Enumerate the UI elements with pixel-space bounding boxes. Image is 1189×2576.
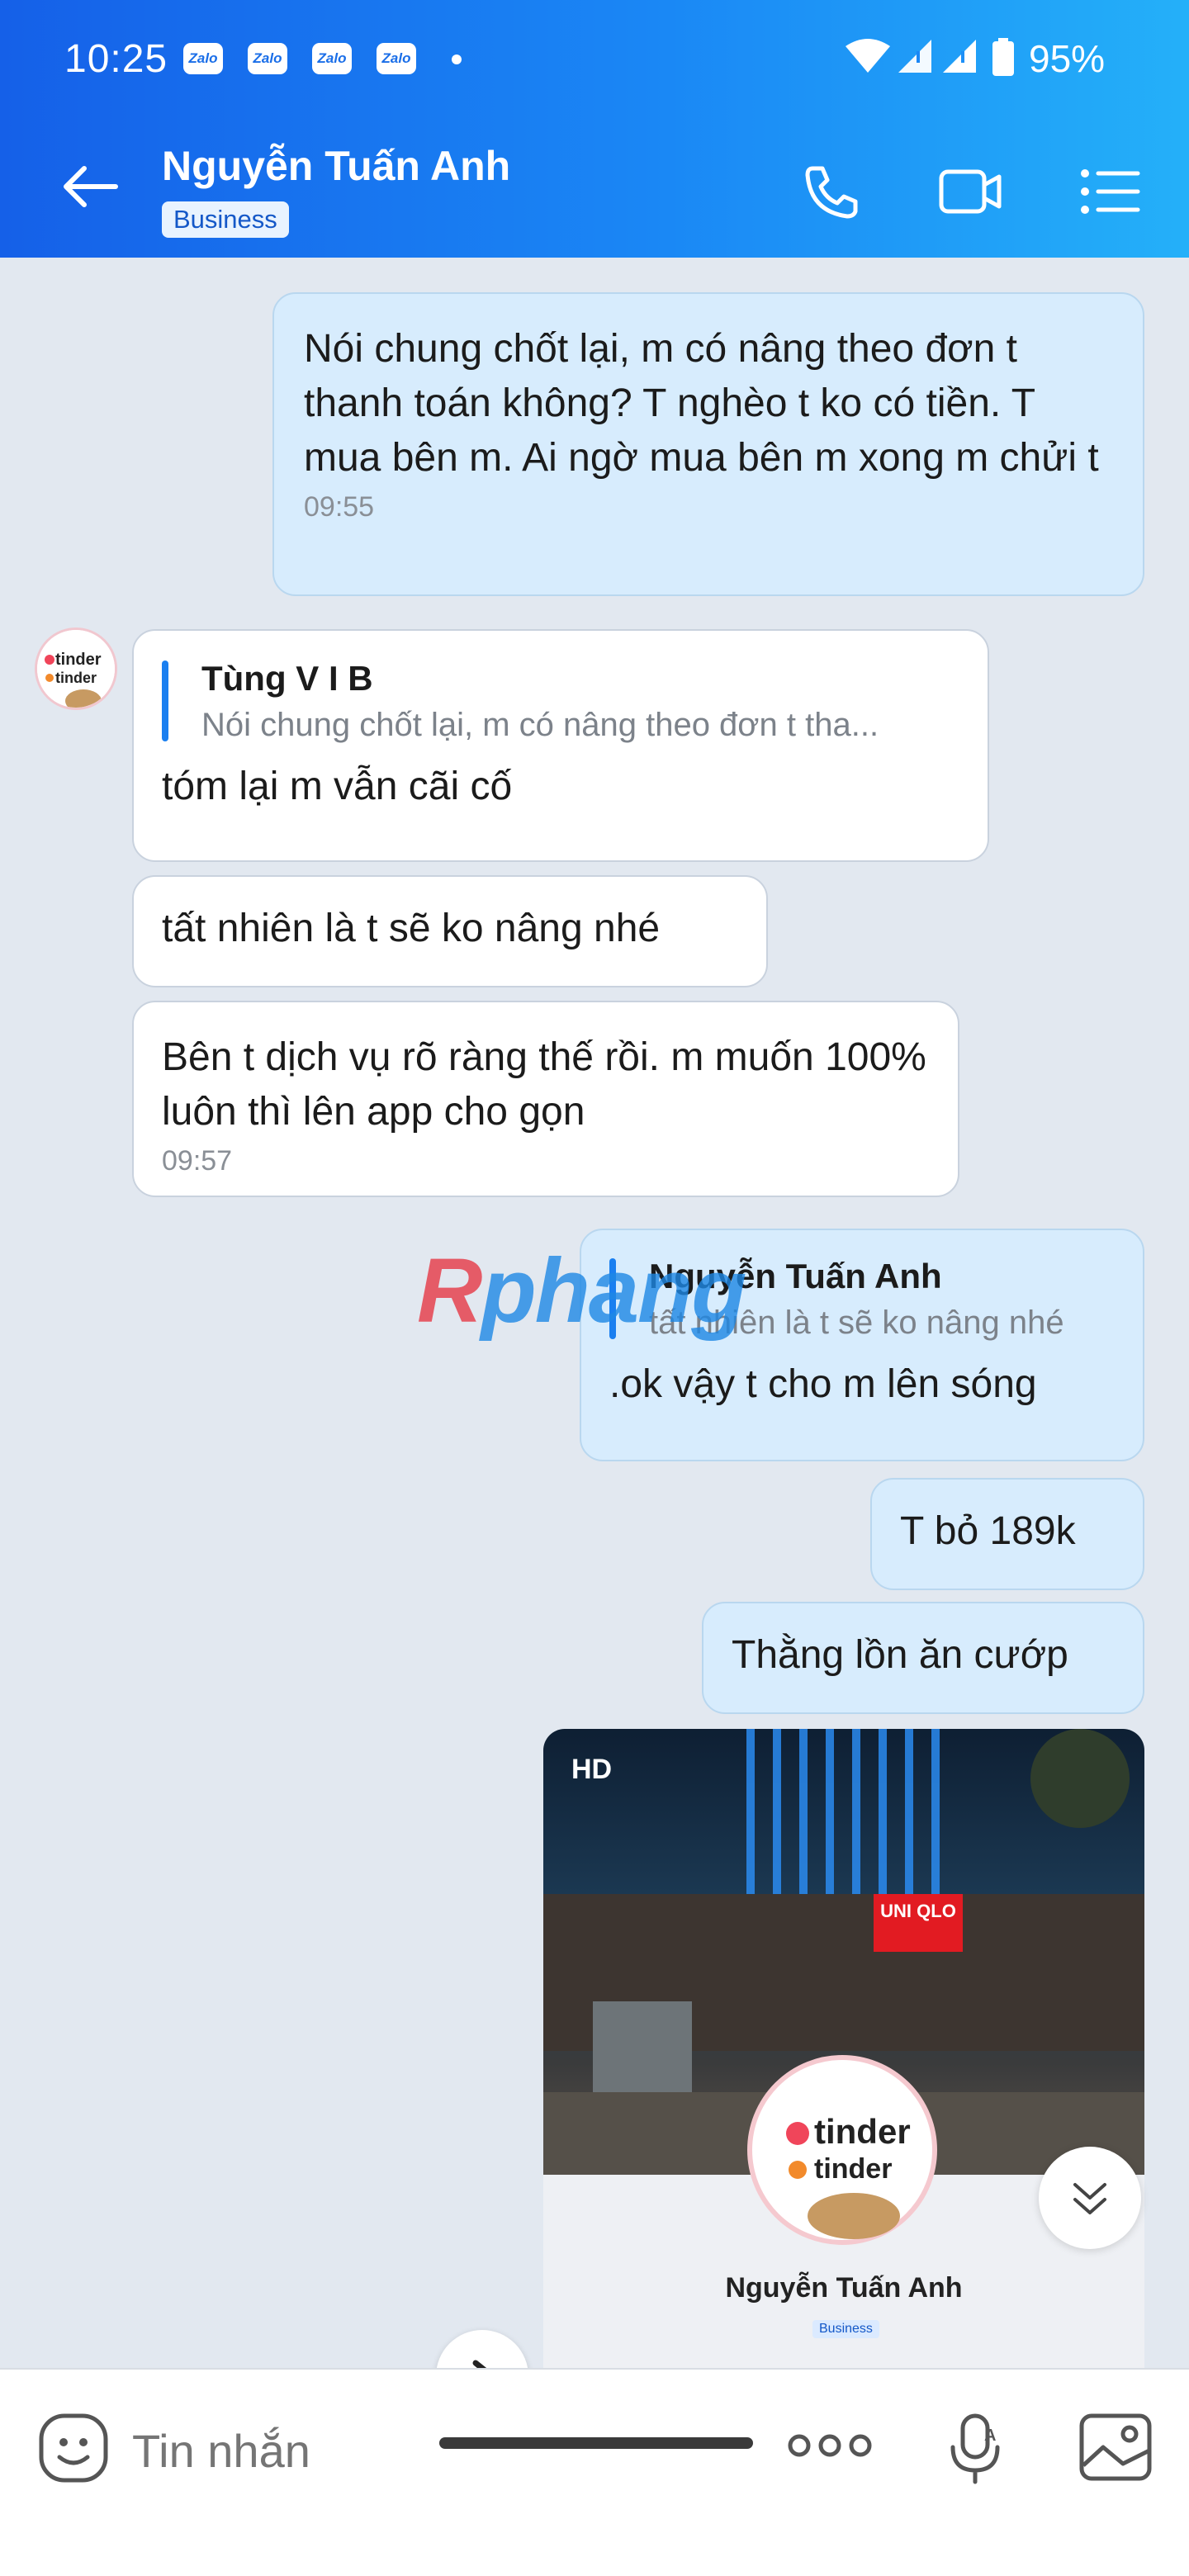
- svg-text:A: A: [984, 2427, 996, 2445]
- voice-text-icon[interactable]: A: [946, 2411, 1004, 2485]
- more-icon[interactable]: [784, 2421, 875, 2470]
- svg-text:tinder: tinder: [55, 651, 102, 669]
- message-bubble-received[interactable]: tất nhiên là t sẽ ko nâng nhé: [132, 875, 768, 987]
- profile-name: Nguyễn Tuấn Anh: [725, 2272, 963, 2304]
- signal-icon: [898, 40, 931, 73]
- svg-text:UNI QLO: UNI QLO: [880, 1901, 956, 1921]
- watermark-logo: Rphang: [417, 1240, 746, 1342]
- status-time: 10:25: [64, 37, 168, 81]
- signal-icon: [943, 40, 976, 73]
- message-time: 09:55: [304, 491, 375, 523]
- battery-percent: 95%: [1029, 37, 1106, 80]
- message-bubble-sent[interactable]: Nói chung chốt lại, m có nâng theo đơn t…: [272, 292, 1144, 596]
- zalo-notification-icon: Zalo: [377, 43, 416, 74]
- status-bar: 10:25 Zalo Zalo Zalo Zalo 95%: [0, 0, 1189, 116]
- message-input-bar: A: [0, 2368, 1189, 2576]
- video-call-icon[interactable]: [938, 162, 1004, 221]
- contact-name[interactable]: Nguyễn Tuấn Anh: [162, 142, 510, 190]
- zalo-notification-icon: Zalo: [248, 43, 287, 74]
- home-indicator[interactable]: [439, 2437, 753, 2449]
- message-text: .ok vậy t cho m lên sóng: [609, 1362, 1037, 1406]
- message-text: T bỏ 189k: [900, 1509, 1076, 1553]
- message-text: tất nhiên là t sẽ ko nâng nhé: [162, 907, 661, 950]
- profile-badge: Business: [812, 2320, 879, 2338]
- message-bubble-received[interactable]: Bên t dịch vụ rõ ràng thế rồi. m muốn 10…: [132, 1001, 959, 1197]
- svg-text:tinder: tinder: [55, 670, 97, 686]
- message-text: Thằng lồn ăn cướp: [732, 1633, 1068, 1677]
- message-bubble-received[interactable]: Tùng V I B Nói chung chốt lại, m có nâng…: [132, 629, 989, 862]
- battery-icon: [992, 38, 1014, 76]
- hd-label: HD: [571, 1754, 613, 1785]
- contact-avatar[interactable]: tinder tinder: [35, 627, 117, 710]
- chat-header: 10:25 Zalo Zalo Zalo Zalo 95% Nguyễn Tuấ…: [0, 0, 1189, 258]
- quote-author: Tùng V I B: [201, 659, 373, 698]
- message-text: Bên t dịch vụ rõ ràng thế rồi. m muốn 10…: [162, 1035, 926, 1134]
- message-input[interactable]: [132, 2424, 710, 2478]
- reply-quote[interactable]: Tùng V I B Nói chung chốt lại, m có nâng…: [162, 656, 959, 748]
- more-notifications-dot: [452, 54, 462, 64]
- scroll-to-bottom-button[interactable]: [1039, 2147, 1141, 2249]
- zalo-notification-icon: Zalo: [312, 43, 352, 74]
- phone-icon[interactable]: [798, 162, 864, 221]
- svg-text:tinder: tinder: [814, 2153, 892, 2185]
- profile-avatar-image: tinder tinder: [747, 2055, 937, 2245]
- double-chevron-down-icon: [1073, 2183, 1106, 2214]
- message-text: tóm lại m vẫn cãi cố: [162, 765, 513, 808]
- quote-text: Nói chung chốt lại, m có nâng theo đơn t…: [201, 707, 879, 743]
- emoji-icon[interactable]: [36, 2411, 111, 2485]
- message-bubble-sent[interactable]: T bỏ 189k: [870, 1478, 1144, 1590]
- svg-text:tinder: tinder: [814, 2112, 911, 2151]
- wifi-icon: [846, 39, 890, 73]
- business-badge: Business: [162, 201, 289, 238]
- menu-list-icon[interactable]: [1078, 162, 1144, 221]
- gallery-icon[interactable]: [1078, 2413, 1153, 2482]
- back-arrow-icon[interactable]: [58, 162, 124, 211]
- zalo-notification-icon: Zalo: [183, 43, 223, 74]
- message-time: 09:57: [162, 1145, 233, 1177]
- message-bubble-sent[interactable]: Thằng lồn ăn cướp: [702, 1602, 1144, 1714]
- message-text: Nói chung chốt lại, m có nâng theo đơn t…: [304, 327, 1099, 480]
